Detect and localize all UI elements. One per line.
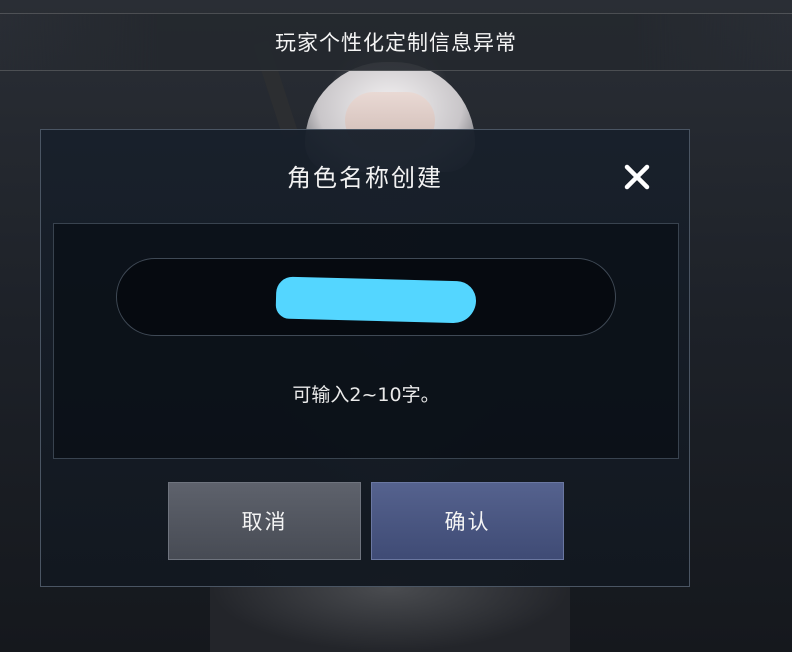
confirm-button[interactable]: 确认 <box>371 482 564 560</box>
error-banner: 玩家个性化定制信息异常 <box>0 13 792 71</box>
close-button[interactable] <box>620 160 654 194</box>
close-icon <box>624 164 650 190</box>
name-input-panel: 可输入2~10字。 <box>53 223 679 459</box>
cancel-button[interactable]: 取消 <box>168 482 361 560</box>
redaction-mark <box>275 276 477 324</box>
name-creation-dialog: 角色名称创建 可输入2~10字。 取消 确认 <box>40 129 690 587</box>
dialog-title: 角色名称创建 <box>287 164 443 192</box>
error-banner-text: 玩家个性化定制信息异常 <box>275 31 517 55</box>
name-length-hint: 可输入2~10字。 <box>292 384 440 406</box>
